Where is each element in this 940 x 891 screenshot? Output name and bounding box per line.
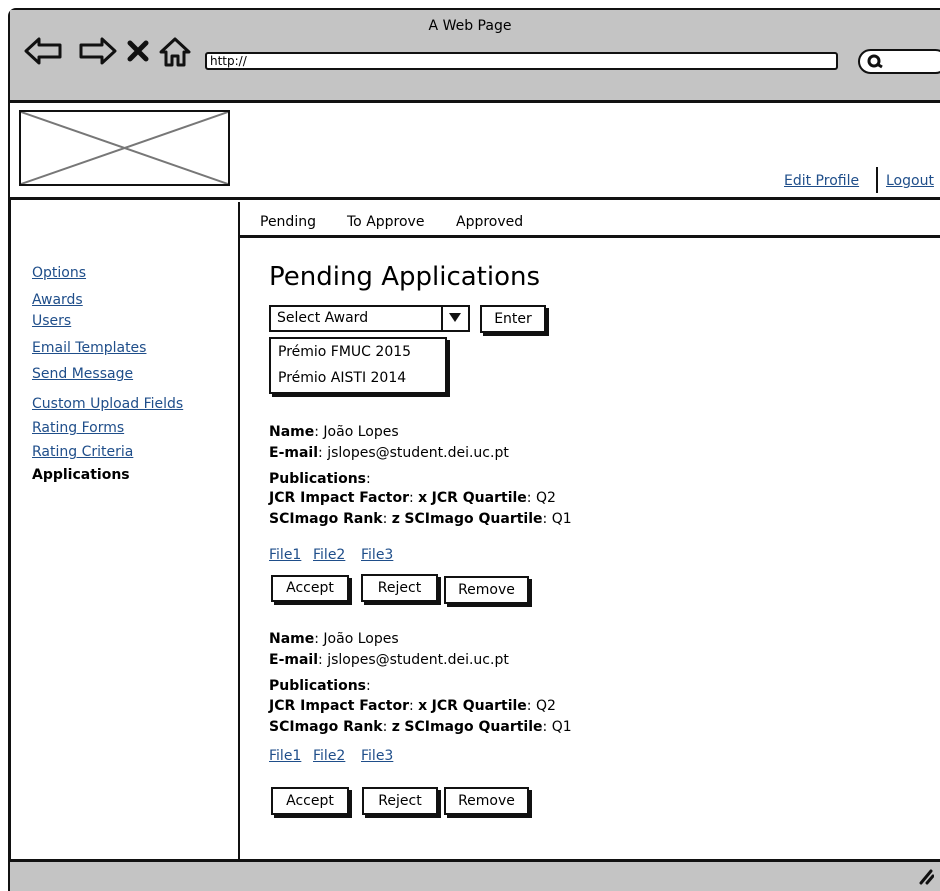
stop-x-icon[interactable] (125, 36, 153, 70)
applicant-email: E-mail: jslopes@student.dei.uc.pt (269, 652, 509, 668)
sidebar-item-email-templates[interactable]: Email Templates (32, 340, 146, 356)
file1-link[interactable]: File1 (269, 748, 301, 764)
sidebar-divider (238, 202, 240, 859)
jcr-line: JCR Impact Factor: x JCR Quartile: Q2 (269, 490, 556, 506)
status-bar (10, 859, 940, 891)
accept-button[interactable]: Accept (271, 787, 349, 815)
publications-label: Publications: (269, 471, 371, 487)
dropdown-arrow-icon[interactable] (441, 307, 468, 330)
reject-button[interactable]: Reject (361, 574, 438, 602)
scimago-line: SCImago Rank: z SCImago Quartile: Q1 (269, 511, 572, 527)
reject-button[interactable]: Reject (362, 787, 438, 815)
edit-profile-link[interactable]: Edit Profile (784, 173, 859, 189)
accept-button[interactable]: Accept (271, 575, 349, 602)
file3-link[interactable]: File3 (361, 547, 393, 563)
page-title: Pending Applications (269, 262, 541, 292)
remove-button[interactable]: Remove (444, 576, 529, 604)
search-button[interactable] (858, 49, 940, 74)
file3-link[interactable]: File3 (361, 748, 393, 764)
sidebar-item-send-message[interactable]: Send Message (32, 366, 133, 382)
home-icon[interactable] (158, 36, 192, 72)
award-select[interactable]: Select Award (269, 305, 470, 332)
logo-placeholder-image (19, 110, 230, 186)
applicant-name: Name: João Lopes (269, 631, 399, 647)
file2-link[interactable]: File2 (313, 748, 345, 764)
publications-label: Publications: (269, 678, 371, 694)
file2-link[interactable]: File2 (313, 547, 345, 563)
remove-button[interactable]: Remove (444, 787, 529, 815)
sidebar-item-awards[interactable]: Awards (32, 292, 83, 308)
tab-approved[interactable]: Approved (456, 214, 523, 230)
search-icon (867, 54, 883, 69)
tab-pending[interactable]: Pending (260, 214, 316, 230)
browser-mockup: A Web Page http:// Edit Profile Logout P… (0, 0, 940, 891)
sidebar-item-rating-criteria[interactable]: Rating Criteria (32, 444, 133, 460)
sidebar-item-custom-upload-fields[interactable]: Custom Upload Fields (32, 396, 183, 412)
award-select-value: Select Award (277, 310, 369, 326)
scimago-line: SCImago Rank: z SCImago Quartile: Q1 (269, 719, 572, 735)
tab-to-approve[interactable]: To Approve (347, 214, 424, 230)
resize-grip-icon[interactable] (918, 867, 935, 889)
logout-link[interactable]: Logout (886, 173, 934, 189)
window-title: A Web Page (428, 18, 512, 34)
tab-bar (240, 204, 940, 238)
sidebar-item-users[interactable]: Users (32, 313, 71, 329)
dropdown-option-aisti-2014[interactable]: Prémio AISTI 2014 (278, 370, 406, 386)
forward-arrow-icon[interactable] (77, 36, 117, 70)
sidebar-item-rating-forms[interactable]: Rating Forms (32, 420, 124, 436)
sidebar-item-applications[interactable]: Applications (32, 467, 130, 483)
sidebar-item-options[interactable]: Options (32, 265, 86, 281)
file1-link[interactable]: File1 (269, 547, 301, 563)
url-bar[interactable]: http:// (205, 52, 838, 70)
dropdown-option-fmuc-2015[interactable]: Prémio FMUC 2015 (278, 344, 411, 360)
jcr-line: JCR Impact Factor: x JCR Quartile: Q2 (269, 698, 556, 714)
back-arrow-icon[interactable] (24, 36, 64, 70)
applicant-email: E-mail: jslopes@student.dei.uc.pt (269, 445, 509, 461)
applicant-name: Name: João Lopes (269, 424, 399, 440)
enter-button[interactable]: Enter (480, 305, 546, 333)
header-link-separator (876, 167, 878, 193)
